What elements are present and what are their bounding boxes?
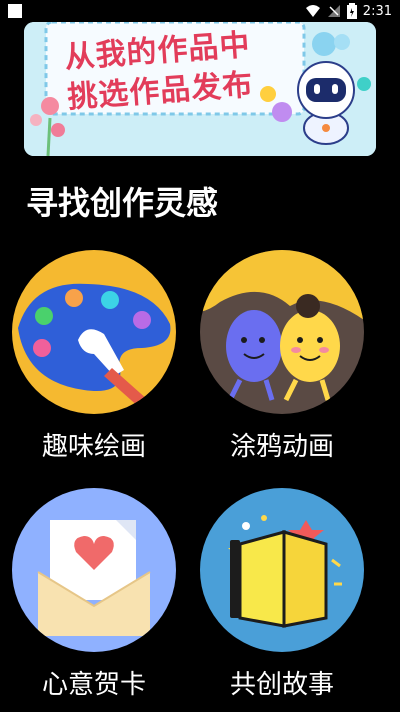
- signal-icon: [327, 5, 340, 17]
- status-time: 2:31: [362, 3, 392, 19]
- fun-painting-thumbnail[interactable]: [12, 250, 176, 414]
- card-label-fun-painting: 趣味绘画: [41, 432, 146, 462]
- status-bar: 2:31: [0, 0, 400, 22]
- greeting-card-thumbnail[interactable]: [12, 488, 176, 652]
- co-create-story-thumbnail[interactable]: [200, 488, 364, 652]
- wifi-icon: [305, 5, 320, 17]
- battery-icon: [346, 3, 357, 19]
- card-doodle-animation[interactable]: 涂鸦动画: [200, 250, 364, 470]
- robot-mascot-icon: [297, 61, 355, 145]
- card-label-doodle-animation: 涂鸦动画: [229, 432, 334, 462]
- paint-palette-icon: [12, 250, 176, 414]
- doodle-animation-thumbnail[interactable]: [200, 250, 364, 414]
- notification-icon: [8, 4, 22, 18]
- card-greeting-card[interactable]: 心意贺卡: [12, 488, 176, 708]
- status-icons: 2:31: [305, 2, 392, 20]
- section-title: 寻找创作灵感: [26, 184, 219, 222]
- publish-banner[interactable]: 从我的作品中 挑选作品发布: [24, 22, 376, 156]
- greeting-card-icon: [12, 488, 176, 652]
- storybook-icon: [200, 488, 364, 652]
- doodle-characters-icon: [200, 250, 364, 414]
- card-label-co-create-story: 共创故事: [229, 670, 334, 700]
- card-co-create-story[interactable]: 共创故事: [200, 488, 364, 708]
- card-fun-painting[interactable]: 趣味绘画: [12, 250, 176, 470]
- banner-headline: 从我的作品中 挑选作品发布: [63, 26, 255, 119]
- card-label-greeting-card: 心意贺卡: [41, 670, 146, 700]
